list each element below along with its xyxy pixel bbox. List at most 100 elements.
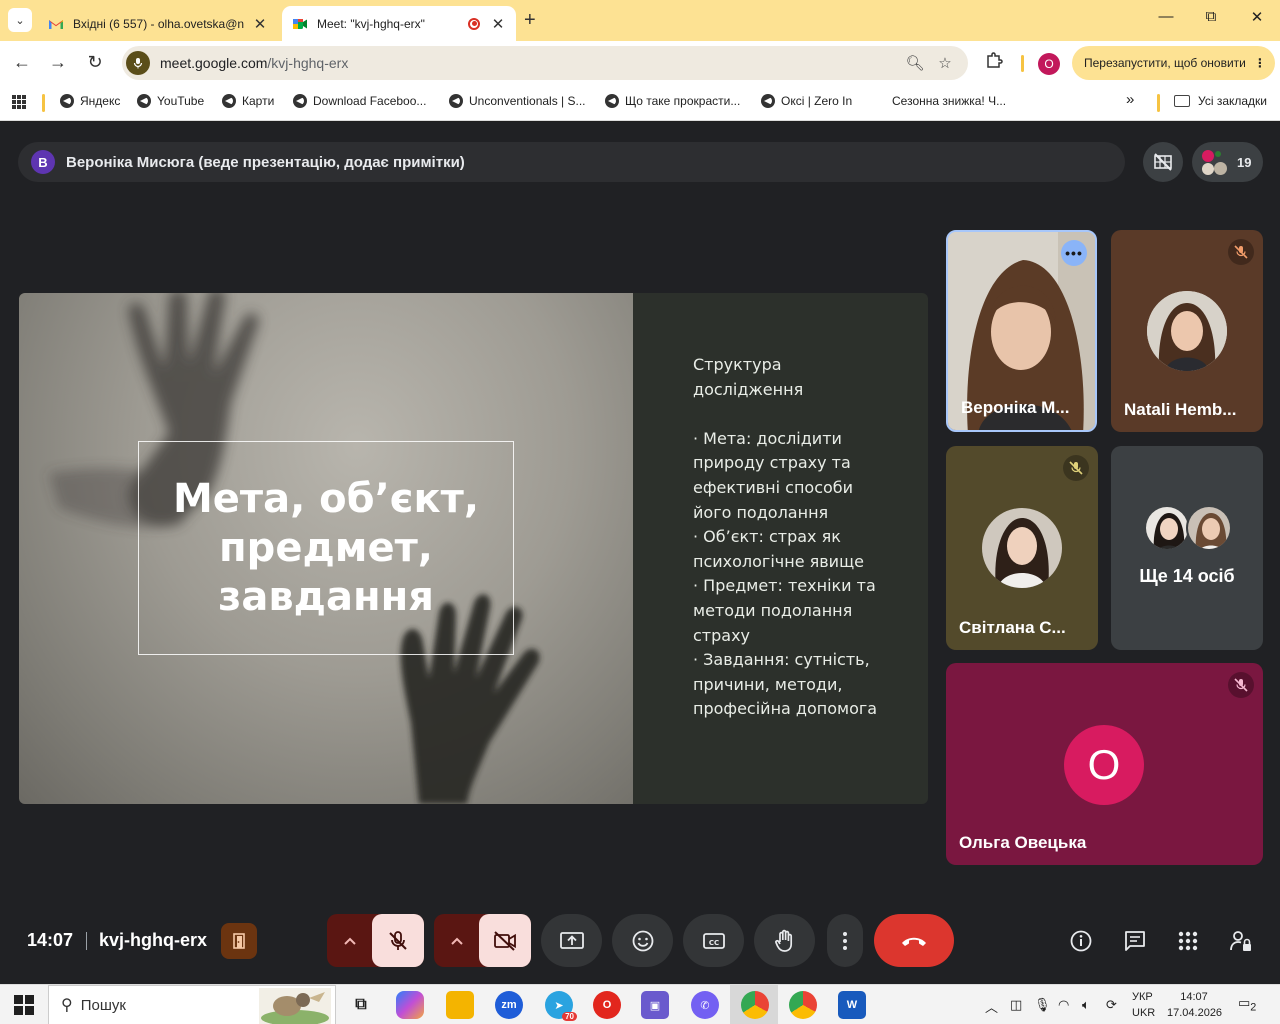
reactions-button[interactable] bbox=[612, 914, 673, 967]
bookmark-item[interactable]: Сезонна знижка! Ч... bbox=[892, 94, 1006, 108]
windows-start-icon[interactable] bbox=[14, 995, 34, 1015]
camera-toggle-button[interactable] bbox=[479, 914, 531, 967]
save-disk-icon[interactable]: ▣ bbox=[641, 991, 669, 1019]
chat-button[interactable] bbox=[1121, 927, 1149, 955]
audio-options-chevron-icon[interactable] bbox=[327, 937, 372, 945]
info-divider bbox=[86, 932, 87, 950]
more-menu-icon[interactable]: ⋮ bbox=[1254, 56, 1266, 70]
globe-icon bbox=[137, 94, 151, 108]
bookmark-label: Карти bbox=[242, 94, 275, 108]
camera-tray-icon[interactable]: ◫ bbox=[1010, 997, 1022, 1013]
profile-avatar[interactable]: O bbox=[1038, 53, 1060, 75]
participant-count: 19 bbox=[1237, 154, 1252, 170]
reload-icon[interactable]: ↻ bbox=[84, 52, 106, 73]
mic-off-icon bbox=[1228, 239, 1254, 265]
file-explorer-icon[interactable] bbox=[446, 991, 474, 1019]
participant-tile[interactable]: ••• Вероніка М... bbox=[946, 230, 1097, 432]
more-participants-tile[interactable]: Ще 14 осіб bbox=[1111, 446, 1263, 650]
bookmark-item[interactable]: Що таке прокрасти... bbox=[605, 94, 740, 108]
microphone-tray-icon[interactable]: 🎙︎ bbox=[1034, 997, 1051, 1013]
more-options-icon[interactable]: ••• bbox=[1061, 240, 1087, 266]
bookmark-item[interactable]: YouTube bbox=[137, 94, 204, 108]
participant-name: Ольга Овецька bbox=[959, 833, 1087, 852]
meeting-details-button[interactable] bbox=[1067, 927, 1095, 955]
bookmark-item[interactable]: Яндекс bbox=[60, 94, 120, 108]
globe-icon bbox=[761, 94, 775, 108]
update-button[interactable]: Перезапустити, щоб оновити ⋮ bbox=[1072, 46, 1275, 80]
bookmark-label: Оксі | Zero In bbox=[781, 94, 853, 108]
chrome-icon[interactable] bbox=[741, 991, 769, 1019]
hide-self-view-button[interactable] bbox=[1143, 142, 1183, 182]
participant-tile[interactable]: Natali Hemb... bbox=[1111, 230, 1263, 432]
tab-meet[interactable]: Meet: "kvj-hghq-erx" ✕ bbox=[282, 6, 516, 41]
sync-icon[interactable]: ⟳ bbox=[1106, 997, 1117, 1013]
chat-icon bbox=[1125, 931, 1145, 951]
zoom-app-icon[interactable]: zm bbox=[495, 991, 523, 1019]
opera-icon[interactable]: O bbox=[593, 991, 621, 1019]
address-bar[interactable]: meet.google.com/kvj-hghq-erx 🔍︎ ☆ bbox=[122, 46, 968, 80]
slide-bullet: · Мета: дослідити природу страху та ефек… bbox=[693, 428, 854, 522]
participant-avatars-icon bbox=[1200, 148, 1228, 176]
self-view-tile[interactable]: О Ольга Овецька bbox=[946, 663, 1263, 865]
taskbar-clock[interactable]: 14:07 17.04.2026 bbox=[1167, 989, 1222, 1021]
slide-bullet: · Предмет: техніки та методи подолання с… bbox=[693, 576, 876, 645]
participant-tile[interactable]: Світлана С... bbox=[946, 446, 1098, 650]
slide-spacer bbox=[693, 402, 883, 427]
tab-title: Вхідні (6 557) - olha.ovetska@n bbox=[73, 16, 245, 31]
restore-button[interactable]: ⧉ bbox=[1196, 8, 1226, 25]
minimize-button[interactable]: — bbox=[1151, 8, 1181, 25]
show-hidden-icons-icon[interactable]: ︿ bbox=[985, 997, 998, 1016]
leave-call-button[interactable] bbox=[874, 914, 954, 967]
present-screen-button[interactable] bbox=[541, 914, 602, 967]
word-icon[interactable]: W bbox=[838, 991, 866, 1019]
forward-arrow-icon[interactable]: → bbox=[47, 52, 69, 73]
door-icon[interactable] bbox=[221, 923, 257, 959]
bookmark-item[interactable]: Download Faceboo... bbox=[293, 94, 426, 108]
copilot-icon[interactable] bbox=[396, 991, 424, 1019]
url-text[interactable]: meet.google.com/kvj-hghq-erx bbox=[160, 55, 900, 71]
telegram-icon[interactable]: ➤ 70 bbox=[545, 991, 577, 1021]
input-language[interactable]: УКР UKR bbox=[1132, 989, 1155, 1021]
bookmark-item[interactable]: Карти bbox=[222, 94, 274, 108]
participant-name: Світлана С... bbox=[959, 618, 1066, 637]
apps-grid-icon[interactable] bbox=[12, 95, 26, 109]
telegram-badge: 70 bbox=[562, 1012, 577, 1021]
volume-icon[interactable]: 🔈︎ bbox=[1082, 997, 1090, 1013]
close-tab-icon[interactable]: ✕ bbox=[252, 15, 268, 33]
microphone-toggle-button[interactable] bbox=[372, 914, 424, 967]
emoji-icon bbox=[632, 930, 653, 951]
bookmark-item[interactable]: Unconventionals | S... bbox=[449, 94, 586, 108]
extensions-puzzle-icon[interactable] bbox=[985, 51, 1003, 74]
raise-hand-button[interactable] bbox=[754, 914, 815, 967]
toolbar-divider bbox=[1021, 55, 1024, 72]
mic-off-icon bbox=[1063, 455, 1089, 481]
notifications-button[interactable]: ▭2 bbox=[1238, 995, 1256, 1014]
activities-button[interactable] bbox=[1174, 927, 1202, 955]
taskbar-search-box[interactable]: ⚲ Пошук bbox=[48, 985, 336, 1024]
back-arrow-icon[interactable]: ← bbox=[11, 52, 33, 73]
zoom-icon[interactable]: 🔍︎ bbox=[900, 54, 930, 72]
bookmarks-overflow-button[interactable]: » bbox=[1126, 91, 1134, 108]
task-view-icon[interactable]: ⧉ bbox=[347, 991, 375, 1019]
captions-button[interactable]: CC bbox=[683, 914, 744, 967]
language-code: УКР bbox=[1132, 991, 1153, 1003]
new-tab-button[interactable]: + bbox=[524, 9, 536, 32]
lock-person-icon bbox=[1230, 931, 1251, 951]
bookmark-star-icon[interactable]: ☆ bbox=[930, 54, 960, 72]
viber-icon[interactable]: ✆ bbox=[691, 991, 719, 1019]
bookmark-item[interactable]: Оксі | Zero In bbox=[761, 94, 852, 108]
tab-search-button[interactable]: ⌄ bbox=[8, 8, 32, 32]
close-tab-icon[interactable]: ✕ bbox=[490, 15, 506, 33]
wifi-icon[interactable]: ◠ bbox=[1058, 997, 1069, 1013]
url-host: meet.google.com bbox=[160, 55, 268, 71]
participants-button[interactable]: 19 bbox=[1192, 142, 1263, 182]
chrome-icon[interactable] bbox=[789, 991, 817, 1019]
more-options-button[interactable] bbox=[827, 914, 863, 967]
all-bookmarks-button[interactable]: Усі закладки bbox=[1174, 94, 1267, 108]
close-window-button[interactable]: ✕ bbox=[1242, 8, 1272, 26]
microphone-permission-icon[interactable] bbox=[126, 51, 150, 75]
tab-gmail[interactable]: Вхідні (6 557) - olha.ovetska@n ✕ bbox=[38, 6, 278, 41]
host-controls-button[interactable] bbox=[1227, 927, 1255, 955]
video-options-chevron-icon[interactable] bbox=[434, 937, 479, 945]
grid-off-icon bbox=[1154, 153, 1172, 171]
